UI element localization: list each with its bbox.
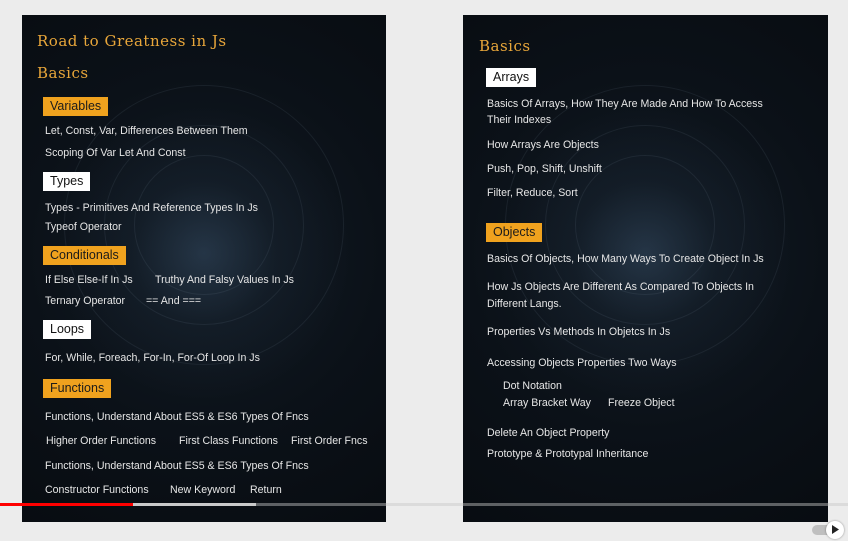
- topic-line: For, While, Foreach, For-In, For-Of Loop…: [45, 352, 260, 364]
- topic-line: Basics Of Objects, How Many Ways To Crea…: [487, 253, 764, 265]
- topic-line: Array Bracket Way: [503, 397, 591, 409]
- topic-line: Typeof Operator: [45, 221, 122, 233]
- topic-line: If Else Else-If In Js: [45, 274, 133, 286]
- topic-line: Functions, Understand About ES5 & ES6 Ty…: [45, 411, 309, 423]
- decorative-ring: [545, 125, 745, 325]
- autoplay-knob: [826, 521, 844, 539]
- play-icon: [832, 525, 839, 534]
- topic-line: How Js Objects Are Different As Compared…: [487, 281, 754, 293]
- topic-line: Higher Order Functions: [46, 435, 157, 447]
- tag-objects: Objects: [486, 223, 543, 242]
- tag-conditionals: Conditionals: [43, 246, 126, 265]
- topic-line: Prototype & Prototypal Inheritance: [487, 448, 649, 460]
- video-progress-bar[interactable]: [0, 503, 848, 506]
- topic-line: Truthy And Falsy Values In Js: [155, 274, 294, 286]
- topic-line: == And ===: [146, 295, 202, 307]
- tag-loops: Loops: [43, 320, 92, 339]
- topic-line: Push, Pop, Shift, Unshift: [487, 163, 602, 175]
- topic-line: Delete An Object Property: [487, 427, 610, 439]
- topic-line: New Keyword: [170, 484, 236, 496]
- topic-line: First Class Functions: [179, 435, 278, 447]
- topic-line: First Order Fncs: [291, 435, 368, 447]
- topic-line: Let, Const, Var, Differences Between The…: [45, 125, 248, 137]
- topic-line: Accessing Objects Properties Two Ways: [487, 357, 677, 369]
- topic-line: Types - Primitives And Reference Types I…: [45, 202, 258, 214]
- topic-line: Functions, Understand About ES5 & ES6 Ty…: [45, 460, 309, 472]
- topic-line: Constructor Functions: [45, 484, 149, 496]
- topic-line: Freeze Object: [608, 397, 675, 409]
- autoplay-toggle[interactable]: [812, 521, 844, 539]
- right-slide: Basics Arrays Basics Of Arrays, How They…: [463, 15, 828, 522]
- topic-line: Filter, Reduce, Sort: [487, 187, 578, 199]
- slide-title: Road to Greatness in Js: [37, 32, 227, 50]
- topic-line: How Arrays Are Objects: [487, 139, 599, 151]
- topic-line: Return: [250, 484, 282, 496]
- tag-functions: Functions: [43, 379, 112, 398]
- topic-line: Ternary Operator: [45, 295, 126, 307]
- topic-line: Different Langs.: [487, 298, 562, 310]
- slide-subtitle: Basics: [37, 64, 89, 82]
- topic-line: Dot Notation: [503, 380, 562, 392]
- slide-title: Basics: [479, 37, 531, 55]
- left-slide: Road to Greatness in Js Basics Variables…: [22, 15, 386, 522]
- tag-types: Types: [43, 172, 91, 191]
- topic-line: Basics Of Arrays, How They Are Made And …: [487, 98, 763, 110]
- tag-arrays: Arrays: [486, 68, 537, 87]
- topic-line: Properties Vs Methods In Objetcs In Js: [487, 326, 671, 338]
- tag-variables: Variables: [43, 97, 109, 116]
- progress-played: [0, 503, 134, 506]
- topic-line: Their Indexes: [487, 114, 552, 126]
- topic-line: Scoping Of Var Let And Const: [45, 147, 186, 159]
